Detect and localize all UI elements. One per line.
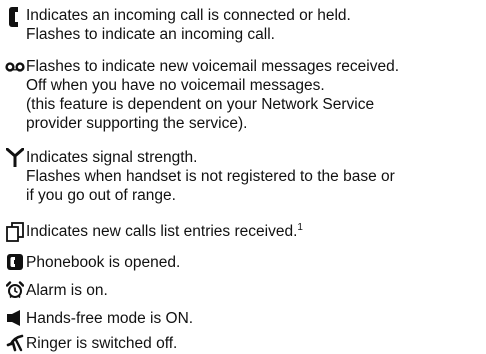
- description-line: Flashes to indicate an incoming call.: [26, 26, 275, 43]
- phonebook-icon: [5, 252, 25, 272]
- legend-description: Hands-free mode is ON.: [26, 309, 484, 328]
- ringer-off-icon: [5, 333, 25, 353]
- alarm-clock-icon: [5, 280, 25, 300]
- legend-description: Ringer is switched off.: [26, 334, 484, 353]
- legend-description: Indicates an incoming call is connected …: [26, 6, 484, 44]
- description-line: Flashes when handset is not registered t…: [26, 168, 395, 185]
- description-line: (this feature is dependent on your Netwo…: [26, 96, 375, 113]
- description-line: Indicates an incoming call is connected …: [26, 7, 351, 24]
- description-line: Ringer is switched off.: [26, 335, 178, 352]
- speaker-icon: [5, 308, 25, 328]
- voicemail-icon: [5, 57, 25, 77]
- description-line: if you go out of range.: [26, 187, 176, 204]
- legend-description: Phonebook is opened.: [26, 253, 484, 272]
- description-line: Alarm is on.: [26, 282, 108, 299]
- description-line: Indicates signal strength.: [26, 149, 198, 166]
- description-line: Hands-free mode is ON.: [26, 310, 194, 327]
- legend-description: Flashes to indicate new voicemail messag…: [26, 57, 484, 133]
- legend-description: Indicates new calls list entries receive…: [26, 222, 484, 241]
- description-line: provider supporting the service).: [26, 115, 248, 132]
- footnote-marker: 1: [297, 221, 303, 233]
- handset-icon: [5, 7, 25, 27]
- description-line: Off when you have no voicemail messages.: [26, 77, 325, 94]
- description-line: Flashes to indicate new voicemail messag…: [26, 58, 400, 75]
- calls-list-icon: [5, 222, 25, 242]
- description-line: Indicates new calls list entries receive…: [26, 222, 484, 241]
- signal-antenna-icon: [5, 148, 25, 168]
- description-text: Indicates new calls list entries receive…: [26, 223, 298, 240]
- legend-description: Alarm is on.: [26, 281, 484, 300]
- icon-legend-list: Indicates an incoming call is connected …: [0, 0, 486, 354]
- legend-description: Indicates signal strength. Flashes when …: [26, 148, 484, 205]
- description-line: Phonebook is opened.: [26, 254, 181, 271]
